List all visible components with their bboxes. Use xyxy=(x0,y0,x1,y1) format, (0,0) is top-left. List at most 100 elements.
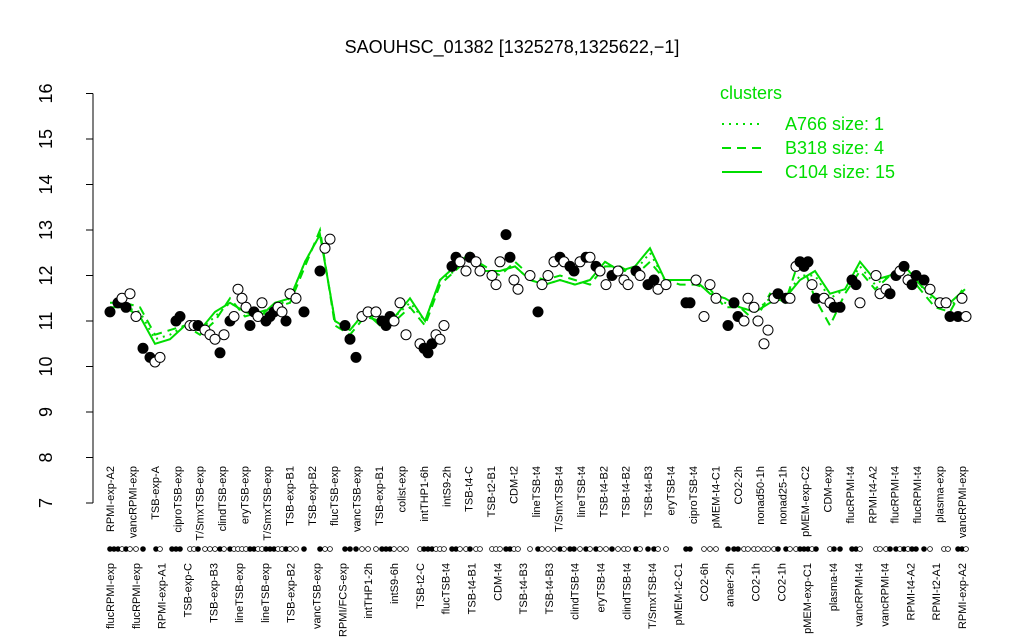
condition-marker xyxy=(127,546,133,552)
condition-marker xyxy=(195,546,201,552)
condition-marker xyxy=(615,546,621,552)
x-label-top: eryTSB-t4 xyxy=(666,466,678,516)
condition-marker xyxy=(655,546,661,552)
condition-marker xyxy=(140,546,146,552)
x-label-bottom: RPMI-exp-A2 xyxy=(957,563,969,629)
condition-marker xyxy=(787,546,793,552)
x-label-top: flucTSB-exp xyxy=(329,466,341,526)
y-tick-label: 15 xyxy=(36,129,56,149)
data-point xyxy=(504,251,516,263)
data-point xyxy=(758,338,770,350)
data-point xyxy=(339,320,351,331)
legend-label: B318 size: 4 xyxy=(785,138,884,158)
data-point xyxy=(400,329,412,341)
data-point xyxy=(319,242,331,254)
data-point xyxy=(524,270,536,281)
data-point xyxy=(648,274,660,286)
data-point xyxy=(924,283,936,295)
data-point xyxy=(762,324,774,336)
data-point xyxy=(370,306,382,318)
data-point xyxy=(344,333,356,345)
condition-marker xyxy=(157,546,163,552)
data-point xyxy=(314,265,326,277)
condition-marker xyxy=(287,546,293,552)
data-point xyxy=(120,301,132,313)
condition-marker xyxy=(625,546,631,552)
condition-marker xyxy=(391,546,397,552)
data-point xyxy=(940,297,952,309)
x-label-bottom: RPMI/FCS-exp xyxy=(337,563,349,637)
data-point xyxy=(742,292,754,304)
data-points xyxy=(104,229,972,368)
x-label-bottom: vancRPMI-t4 xyxy=(854,563,866,627)
data-point xyxy=(898,260,910,272)
condition-marker xyxy=(539,546,545,552)
x-label-top: eryTSB-exp xyxy=(240,466,252,524)
condition-marker xyxy=(857,546,863,552)
data-point xyxy=(454,256,466,268)
data-point xyxy=(906,279,918,291)
data-point xyxy=(324,233,336,245)
x-label-bottom: T/SmxTSB-t4 xyxy=(647,563,659,629)
y-tick-label: 12 xyxy=(36,265,56,285)
x-label-top: TSB-t2-B1 xyxy=(486,466,498,517)
data-point xyxy=(698,311,710,322)
x-label-bottom: vancRPMI-t4 xyxy=(880,563,892,627)
condition-marker xyxy=(403,546,409,552)
condition-marker xyxy=(603,546,609,552)
condition-marker xyxy=(359,546,365,552)
x-label-bottom: CO2-1h xyxy=(751,563,763,602)
condition-marker xyxy=(133,546,139,552)
x-label-top: clindTSB-exp xyxy=(217,466,229,531)
condition-marker xyxy=(701,546,707,552)
x-label-top: CO2-2h xyxy=(733,466,745,505)
condition-marker xyxy=(687,546,693,552)
x-label-top: ciproTSB-t4 xyxy=(688,466,700,524)
x-label-top: pMEM-t4-C1 xyxy=(710,466,722,528)
data-point xyxy=(470,256,482,268)
condition-marker xyxy=(713,546,719,552)
condition-marker xyxy=(365,546,371,552)
data-point xyxy=(690,274,702,286)
condition-marker xyxy=(301,546,307,552)
y-tick-label: 16 xyxy=(36,83,56,103)
data-point xyxy=(600,279,612,291)
data-point xyxy=(256,297,268,309)
y-tick-label: 11 xyxy=(36,312,56,331)
x-label-top: TSB-exp-A xyxy=(150,465,162,519)
data-point xyxy=(710,292,722,304)
condition-marker xyxy=(477,546,483,552)
data-point xyxy=(704,279,716,291)
x-label-bottom: RPMI-t2-A1 xyxy=(931,563,943,620)
condition-marker xyxy=(207,546,213,552)
x-label-bottom: RPMI-t4-A2 xyxy=(905,563,917,620)
condition-marker xyxy=(202,546,208,552)
y-tick-label: 7 xyxy=(36,498,56,508)
condition-marker xyxy=(561,546,567,552)
x-label-top: TSB-t4-B2 xyxy=(598,466,610,517)
condition-marker xyxy=(317,546,323,552)
condition-marker xyxy=(457,546,463,552)
data-point xyxy=(634,270,646,281)
x-label-top: TSB-exp-B1 xyxy=(284,466,296,526)
data-point xyxy=(806,279,818,291)
data-point xyxy=(422,347,434,359)
data-point xyxy=(884,288,896,300)
condition-marker xyxy=(831,546,837,552)
condition-marker xyxy=(527,546,533,552)
condition-marker xyxy=(921,546,927,552)
x-label-bottom: flucRPMI-exp xyxy=(105,563,117,629)
data-point xyxy=(104,306,116,318)
data-point xyxy=(350,351,362,363)
x-label-bottom: intTHP1-2h xyxy=(363,563,375,619)
condition-marker xyxy=(441,546,447,552)
legend-label: C104 size: 15 xyxy=(785,162,895,182)
data-point xyxy=(738,315,750,327)
condition-marker xyxy=(467,546,473,552)
data-point xyxy=(474,265,486,277)
x-label-top: RPMI-t4-A2 xyxy=(867,466,879,523)
x-label-top: intTHP1-6h xyxy=(419,466,431,522)
data-point xyxy=(542,270,554,281)
x-label-bottom: lineTSB-exp xyxy=(234,563,246,623)
condition-marker xyxy=(755,546,761,552)
